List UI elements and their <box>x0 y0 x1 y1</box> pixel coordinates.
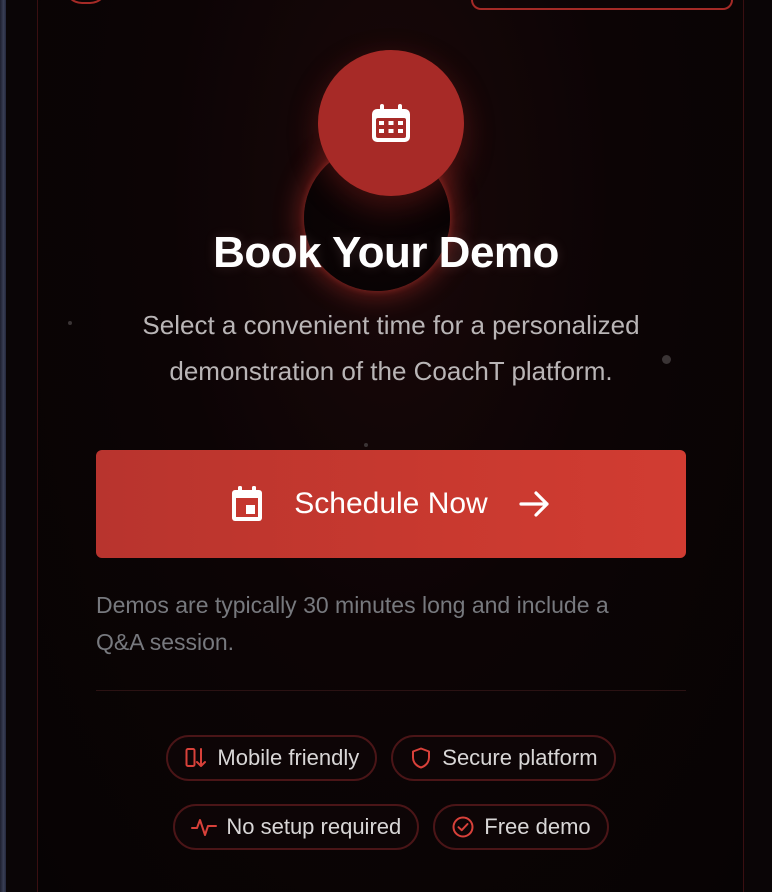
note-line-2: Q&A session. <box>96 629 235 655</box>
page-title: Book Your Demo <box>213 228 559 277</box>
feature-badges-row-1: Mobile friendly Secure platform <box>96 735 686 781</box>
divider <box>96 690 686 691</box>
schedule-now-button[interactable]: Schedule Now <box>96 450 686 558</box>
feature-badges-row-2: No setup required Free demo <box>96 804 686 850</box>
badge-label: Free demo <box>484 814 591 839</box>
note-line-1: Demos are typically 30 minutes long and … <box>96 592 609 618</box>
shield-icon <box>412 747 431 769</box>
card-border-left <box>37 0 38 892</box>
arrow-right-icon <box>519 491 549 517</box>
activity-icon <box>191 819 218 836</box>
subtitle-line-1: Select a convenient time for a personali… <box>142 310 640 340</box>
badge-free-demo: Free demo <box>433 804 609 850</box>
page-subtitle: Select a convenient time for a personali… <box>96 302 686 394</box>
badge-secure-platform: Secure platform <box>391 735 616 781</box>
badge-label: Secure platform <box>442 745 598 770</box>
window-edge <box>0 0 6 892</box>
card-border-right <box>743 0 744 892</box>
badge-no-setup-required: No setup required <box>173 804 420 850</box>
decorative-dot <box>364 443 368 447</box>
decorative-dot <box>68 321 72 325</box>
header-button[interactable] <box>471 0 733 10</box>
subtitle-line-2: demonstration of the CoachT platform. <box>169 356 613 386</box>
demo-duration-note: Demos are typically 30 minutes long and … <box>96 587 686 661</box>
hero-icon-circle <box>318 50 464 196</box>
badge-label: Mobile friendly <box>217 745 360 770</box>
badge-mobile-friendly: Mobile friendly <box>166 735 378 781</box>
check-circle-icon <box>452 816 474 838</box>
viewport: Book Your Demo Select a convenient time … <box>0 0 772 892</box>
mobile-icon <box>185 748 207 767</box>
badge-label: No setup required <box>226 814 402 839</box>
schedule-now-content: Schedule Now <box>230 485 551 523</box>
schedule-now-label: Schedule Now <box>294 487 488 520</box>
calendar-icon <box>232 486 263 521</box>
calendar-icon <box>372 104 410 142</box>
decorative-dot <box>662 355 671 364</box>
